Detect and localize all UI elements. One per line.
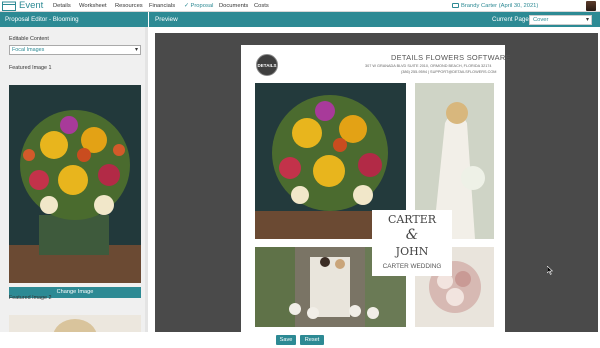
current-page-select[interactable]: Cover ▾ xyxy=(529,15,592,25)
id-card-icon xyxy=(452,2,459,8)
nav-proposal-label: Proposal xyxy=(190,3,214,9)
app-title: Event xyxy=(19,0,44,11)
editable-content-select[interactable]: Focal Images ▾ xyxy=(9,45,141,55)
company-contact: (386) 255-9594 | SUPPORT@DETAILSFLOWERS.… xyxy=(401,70,497,74)
editable-content-value: Focal Images xyxy=(12,47,45,53)
chevron-down-icon: ▾ xyxy=(134,47,138,53)
ampersand: & xyxy=(405,227,419,243)
wedding-subtitle: CARTER WEDDING xyxy=(382,263,442,270)
top-nav: Event Details Worksheet Resources Financ… xyxy=(0,0,600,12)
flower-bouquet-image xyxy=(9,85,141,283)
preview-title: Preview xyxy=(155,16,178,23)
user-menu[interactable]: Brandy Carter (April 30, 2021) xyxy=(452,0,538,12)
proposal-editor-panel: Proposal Editor - Blooming Editable Cont… xyxy=(0,12,148,332)
featured-image-2-label: Featured Image 2 xyxy=(9,295,52,301)
reset-button[interactable]: Reset xyxy=(300,335,324,345)
company-address: 307 W GRANADA BLVD SUITE 2010, ORMOND BE… xyxy=(365,64,492,68)
user-label: Brandy Carter (April 30, 2021) xyxy=(461,3,539,9)
nav-costs[interactable]: Costs xyxy=(254,0,269,12)
featured-image-1 xyxy=(9,85,141,283)
calendar-icon xyxy=(2,1,16,11)
chevron-down-icon: ▾ xyxy=(585,17,589,23)
editable-content-label: Editable Content xyxy=(9,36,49,42)
current-page-value: Cover xyxy=(533,17,549,23)
nav-resources[interactable]: Resources xyxy=(115,0,143,12)
couple-name-2: JOHN xyxy=(395,245,429,258)
mouse-cursor-icon xyxy=(547,266,553,275)
check-icon: ✓ xyxy=(184,3,189,9)
nav-documents[interactable]: Documents xyxy=(219,0,248,12)
couple-title-box: CARTER & JOHN CARTER WEDDING xyxy=(372,210,452,276)
bride-image xyxy=(9,315,141,332)
nav-proposal[interactable]: ✓ Proposal xyxy=(184,0,213,12)
company-name: DETAILS FLOWERS SOFTWARE xyxy=(391,53,511,62)
save-button[interactable]: Save xyxy=(276,335,296,345)
editor-scrollbar[interactable] xyxy=(145,27,148,332)
nav-worksheet[interactable]: Worksheet xyxy=(79,0,107,12)
nav-details[interactable]: Details xyxy=(53,0,71,12)
footer-bar: Save Reset xyxy=(0,332,600,348)
avatar[interactable] xyxy=(586,1,596,11)
couple-name-1: CARTER xyxy=(387,213,437,226)
preview-header: Preview Current Page: Cover ▾ xyxy=(149,12,600,27)
featured-image-1-label: Featured Image 1 xyxy=(9,65,52,71)
current-page-label: Current Page: xyxy=(492,16,531,23)
preview-stage: DETAILS DETAILS FLOWERS SOFTWARE 307 W G… xyxy=(155,33,598,332)
featured-image-2 xyxy=(9,315,141,332)
nav-financials[interactable]: Financials xyxy=(149,0,175,12)
editor-header: Proposal Editor - Blooming xyxy=(0,12,148,27)
company-logo: DETAILS xyxy=(256,54,278,76)
proposal-cover-sheet: DETAILS DETAILS FLOWERS SOFTWARE 307 W G… xyxy=(241,45,510,332)
